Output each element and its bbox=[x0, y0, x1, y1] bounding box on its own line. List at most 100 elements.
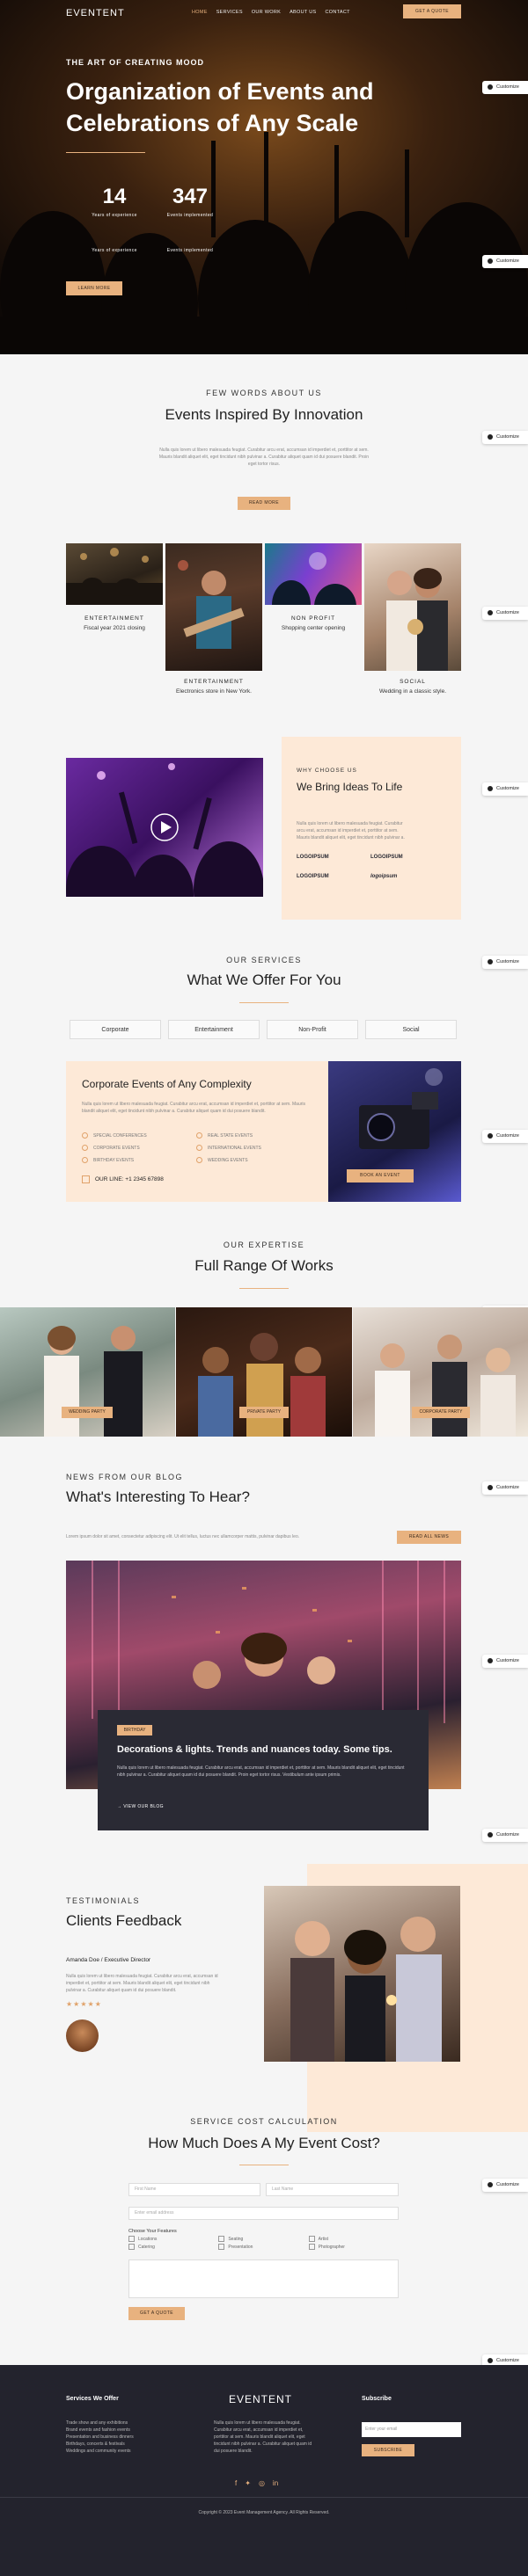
hero-section: EVENTENT HOME SERVICES OUR WORK ABOUT US… bbox=[0, 0, 528, 354]
nav-link-contact[interactable]: CONTACT bbox=[326, 10, 350, 15]
services-divider bbox=[239, 1002, 289, 1003]
customize-tab[interactable]: Customize bbox=[482, 607, 528, 620]
card-caption: ENTERTAINMENT Electronics store in New Y… bbox=[165, 679, 262, 695]
customize-tab[interactable]: Customize bbox=[482, 1481, 528, 1495]
card-image-guitarist[interactable] bbox=[165, 543, 262, 671]
why-title: We Bring Ideas To Life bbox=[297, 781, 403, 793]
blog-title: What's Interesting To Hear? bbox=[66, 1488, 250, 1505]
blog-text: Lorem ipsum dolor sit amet, consectetur … bbox=[66, 1534, 300, 1539]
calc-title: How Much Does A My Event Cost? bbox=[148, 2135, 380, 2151]
tab-non-profit[interactable]: Non-Profit bbox=[267, 1020, 358, 1039]
email-field[interactable]: Enter email address bbox=[128, 2207, 399, 2220]
feature-checkbox-presentation[interactable]: Presentation bbox=[218, 2244, 308, 2252]
customize-tab[interactable]: Customize bbox=[482, 1130, 528, 1143]
palette-icon bbox=[488, 1132, 493, 1139]
card-label: NON PROFIT bbox=[290, 615, 336, 622]
palette-icon bbox=[488, 1657, 493, 1663]
palette-icon bbox=[488, 433, 493, 440]
feature-checkbox-photographer[interactable]: Photographer bbox=[309, 2244, 399, 2252]
subscribe-button[interactable]: SUBSCRIBE bbox=[362, 2444, 414, 2456]
facebook-icon[interactable]: f bbox=[235, 2479, 237, 2487]
badge-private-party[interactable]: PRIVATE PARTY bbox=[239, 1407, 289, 1418]
post-title[interactable]: Decorations & lights. Trends and nuances… bbox=[117, 1744, 416, 1755]
tab-entertainment[interactable]: Entertainment bbox=[168, 1020, 260, 1039]
services-list-right: REAL STATE EVENTS INTERNATIONAL EVENTS W… bbox=[196, 1130, 311, 1167]
post-tag-birthday[interactable]: BIRTHDAY bbox=[117, 1725, 152, 1736]
first-name-field[interactable]: First Name bbox=[128, 2183, 260, 2196]
palette-icon bbox=[488, 609, 493, 615]
customize-label: Customize bbox=[496, 434, 519, 440]
palette-icon bbox=[488, 1484, 493, 1490]
get-quote-button[interactable]: GET A QUOTE bbox=[403, 4, 461, 18]
card-title[interactable]: Shopping center opening bbox=[265, 625, 362, 631]
twitter-icon[interactable]: ✦ bbox=[245, 2479, 251, 2487]
customize-tab[interactable]: Customize bbox=[482, 1829, 528, 1842]
palette-icon bbox=[488, 84, 493, 90]
footer-services-list: Trade show and any exhibitions Brand eve… bbox=[66, 2420, 134, 2454]
hero-divider bbox=[66, 152, 145, 153]
customize-tab[interactable]: Customize bbox=[482, 81, 528, 94]
learn-more-button[interactable]: LEARN MORE bbox=[66, 281, 122, 295]
footer-about-text: Nulla quis lorem ut libero malesuada feu… bbox=[214, 2420, 312, 2454]
feature-checkbox-artist[interactable]: Artist bbox=[309, 2236, 399, 2244]
tab-corporate[interactable]: Corporate bbox=[70, 1020, 161, 1039]
tab-social[interactable]: Social bbox=[365, 1020, 457, 1039]
copyright: Copyright © 2023 Event Management Agency… bbox=[198, 2510, 330, 2515]
subscribe-email-field[interactable]: Enter your email bbox=[362, 2422, 461, 2437]
nav-link-our-work[interactable]: OUR WORK bbox=[252, 10, 281, 15]
instagram-icon[interactable]: ◎ bbox=[259, 2479, 265, 2487]
card-title[interactable]: Fiscal year 2021 closing bbox=[66, 625, 163, 631]
read-all-news-button[interactable]: READ ALL NEWS bbox=[397, 1531, 461, 1544]
feature-checkbox-catering[interactable]: Catering bbox=[128, 2244, 218, 2252]
customize-label: Customize bbox=[496, 2358, 519, 2363]
customize-label: Customize bbox=[496, 258, 519, 264]
message-textarea[interactable] bbox=[128, 2259, 399, 2298]
badge-corporate-party[interactable]: CORPORATE PARTY bbox=[412, 1407, 470, 1418]
why-text: Nulla quis lorem ut libero malesuada feu… bbox=[297, 821, 405, 840]
badge-wedding-party[interactable]: WEDDING PARTY bbox=[62, 1407, 113, 1418]
stat-years-label: Years of experience bbox=[92, 213, 137, 218]
card-label: SOCIAL bbox=[400, 679, 426, 685]
stat-years-number: 14 bbox=[102, 185, 127, 208]
expertise-divider bbox=[239, 1288, 289, 1289]
expertise-title: Full Range Of Works bbox=[194, 1257, 334, 1274]
feature-checkbox-locations[interactable]: Locations bbox=[128, 2236, 218, 2244]
customize-label: Customize bbox=[496, 610, 519, 615]
card-image-non-profit[interactable] bbox=[265, 543, 362, 605]
card-title[interactable]: Electronics store in New York. bbox=[165, 688, 262, 695]
read-more-button[interactable]: READ MORE bbox=[238, 497, 290, 510]
customize-tab[interactable]: Customize bbox=[482, 1655, 528, 1668]
customize-tab[interactable]: Customize bbox=[482, 2179, 528, 2192]
nav-link-about[interactable]: ABOUT US bbox=[290, 10, 316, 15]
customize-tab[interactable]: Customize bbox=[482, 255, 528, 268]
stat-events: 347 Events implemented bbox=[155, 185, 225, 218]
calc-eyebrow: SERVICE COST CALCULATION bbox=[190, 2117, 338, 2126]
customize-tab[interactable]: Customize bbox=[482, 431, 528, 444]
phone-line[interactable]: OUR LINE: +1 2345 67898 bbox=[95, 1176, 164, 1182]
customize-label: Customize bbox=[496, 1133, 519, 1139]
calc-quote-button[interactable]: GET A QUOTE bbox=[128, 2307, 185, 2320]
book-event-button[interactable]: BOOK AN EVENT bbox=[347, 1169, 414, 1182]
play-icon[interactable] bbox=[150, 812, 180, 842]
top-navigation: EVENTENT HOME SERVICES OUR WORK ABOUT US… bbox=[0, 4, 528, 25]
feature-checkbox-seating[interactable]: Seating bbox=[218, 2236, 308, 2244]
customize-label: Customize bbox=[496, 1485, 519, 1490]
card-image-entertainment[interactable] bbox=[66, 543, 163, 605]
palette-icon bbox=[488, 785, 493, 791]
customize-tab[interactable]: Customize bbox=[482, 782, 528, 796]
testimonial-text: Nulla quis lorem ut libero malesuada feu… bbox=[66, 1974, 218, 1993]
about-eyebrow: FEW WORDS ABOUT US bbox=[206, 389, 322, 397]
video-thumbnail[interactable] bbox=[66, 758, 263, 897]
last-name-field[interactable]: Last Name bbox=[266, 2183, 399, 2196]
view-blog-link[interactable]: → VIEW OUR BLOG bbox=[117, 1804, 164, 1809]
card-title[interactable]: Wedding in a classic style. bbox=[364, 688, 461, 695]
nav-link-services[interactable]: SERVICES bbox=[216, 10, 243, 15]
card-image-wedding[interactable] bbox=[364, 543, 461, 671]
nav-link-home[interactable]: HOME bbox=[192, 10, 208, 15]
site-logo[interactable]: EVENTENT bbox=[66, 8, 125, 18]
linkedin-icon[interactable]: in bbox=[273, 2479, 278, 2487]
partner-logo-4: logoipsum bbox=[370, 874, 398, 879]
footer-logo[interactable]: EVENTENT bbox=[229, 2393, 292, 2405]
palette-icon bbox=[488, 2181, 493, 2187]
stat-years-label-repeat: Years of experience bbox=[92, 248, 137, 253]
